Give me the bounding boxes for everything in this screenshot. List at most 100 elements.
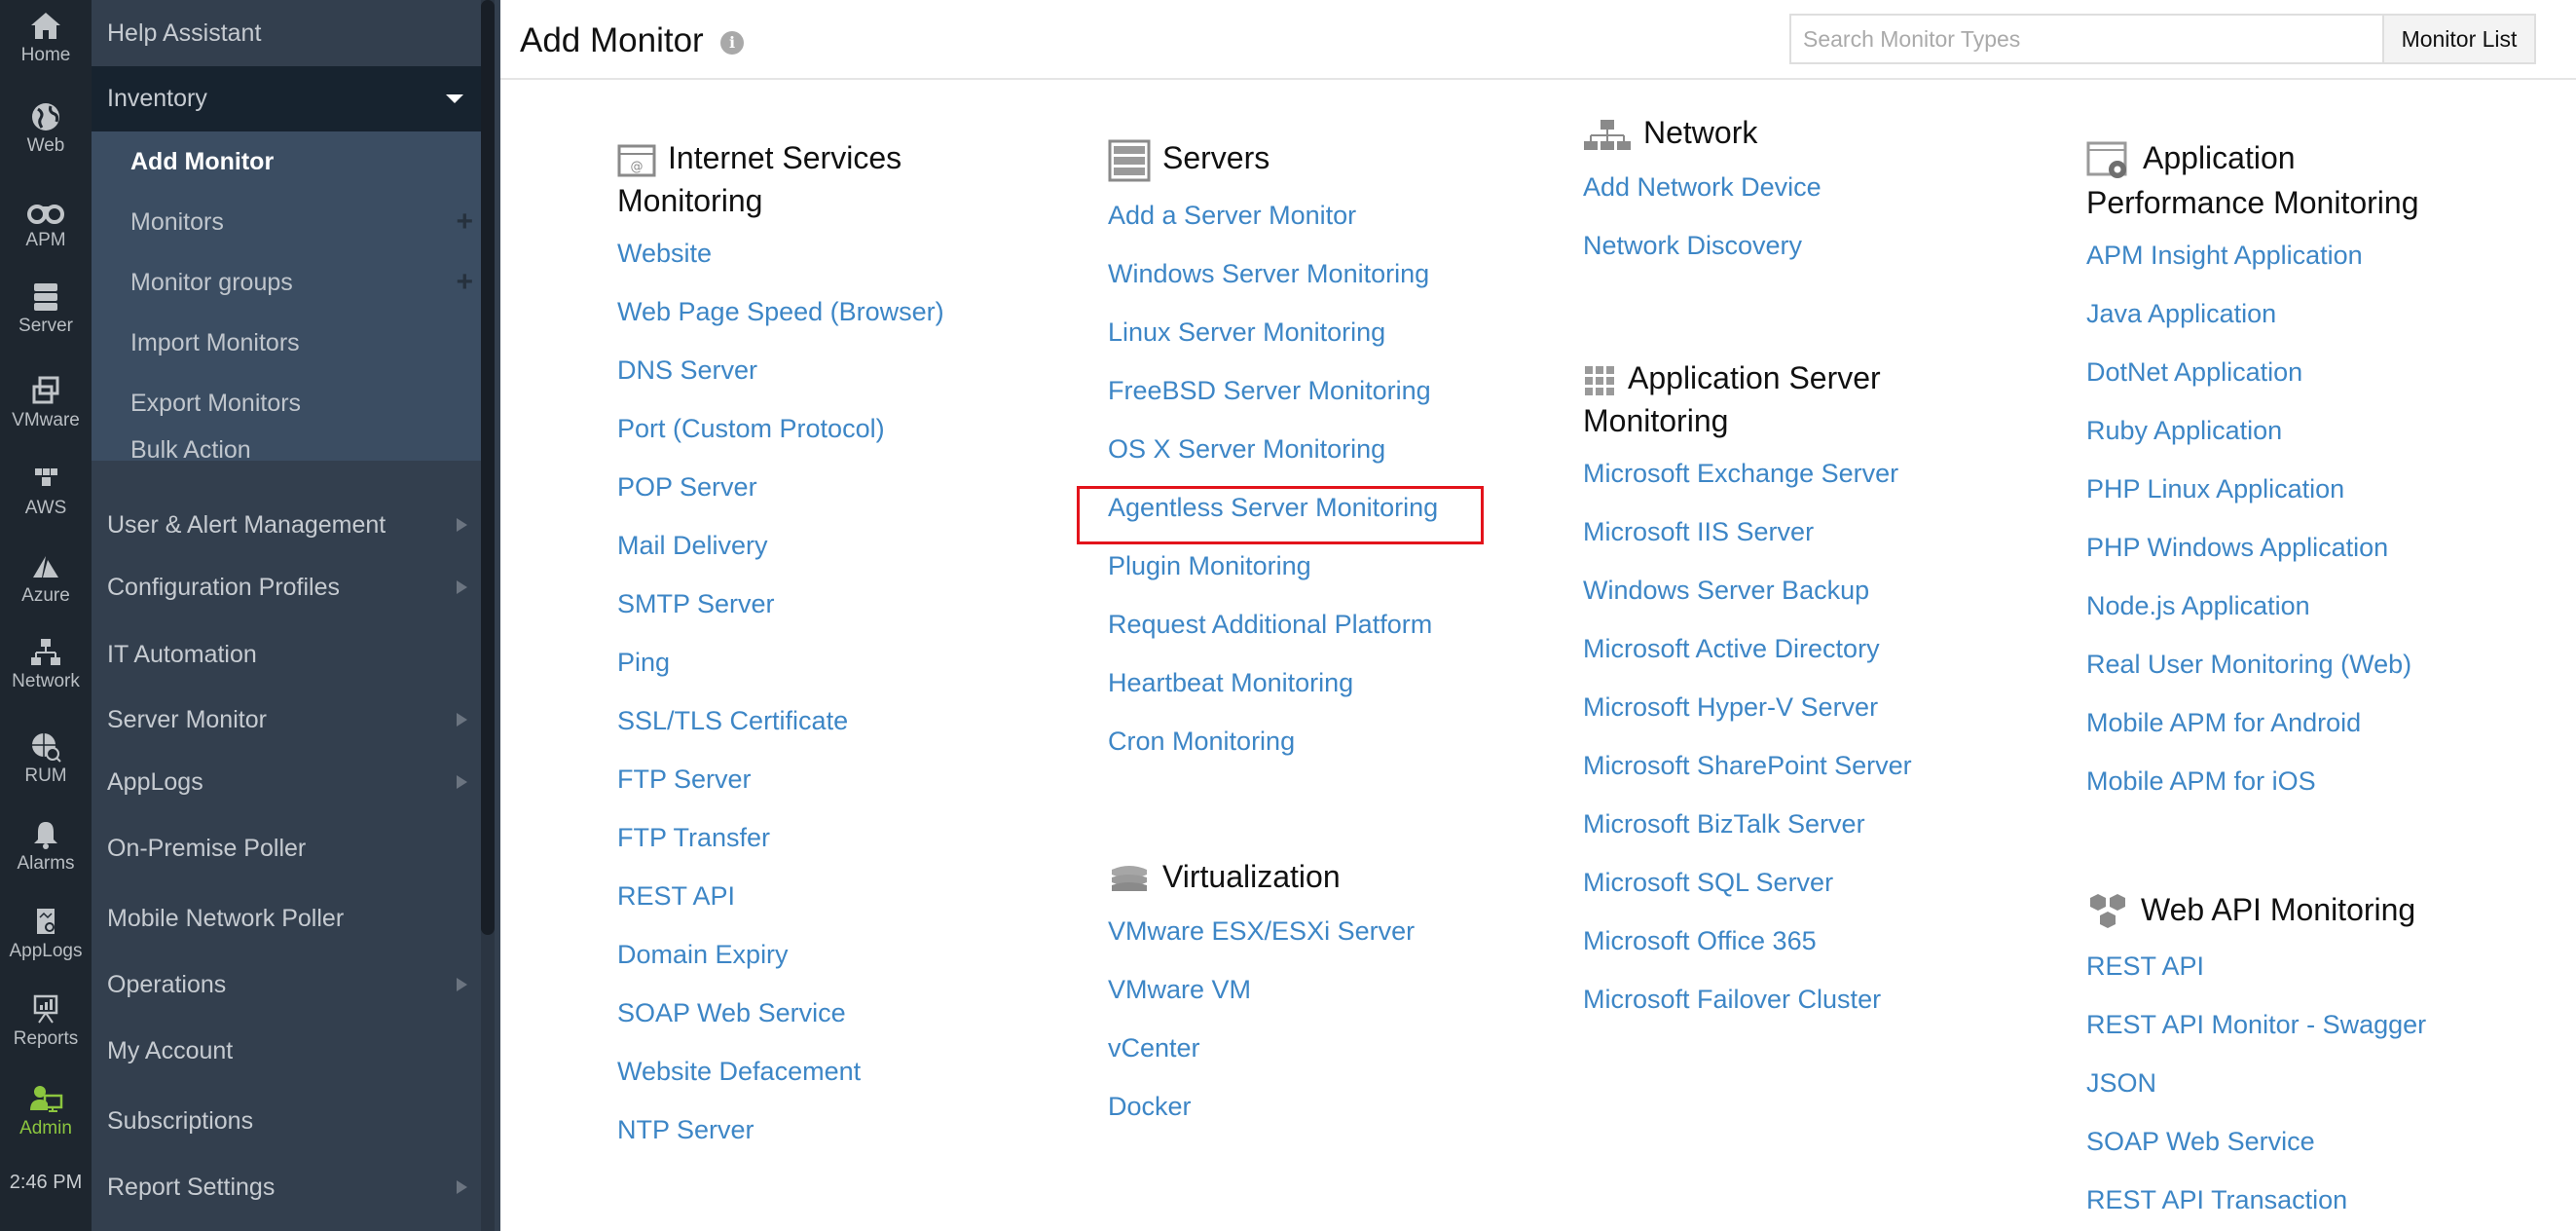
link-windows-server-backup[interactable]: Windows Server Backup xyxy=(1583,576,1869,605)
nav-sub-monitor-groups[interactable]: Monitor groups + xyxy=(92,252,481,313)
nav-item-operations[interactable]: Operations xyxy=(92,952,481,1017)
link-apm-insight[interactable]: APM Insight Application xyxy=(2086,241,2363,270)
rail-item-applogs[interactable]: AppLogs xyxy=(0,906,92,962)
link-add-network-device[interactable]: Add Network Device xyxy=(1583,172,1822,202)
link-pop-server[interactable]: POP Server xyxy=(617,472,757,502)
link-network-discovery[interactable]: Network Discovery xyxy=(1583,231,1802,260)
nav-item-subscriptions[interactable]: Subscriptions xyxy=(92,1089,481,1153)
nav-item-user-alert-management[interactable]: User & Alert Management xyxy=(92,494,481,556)
nav-item-inventory[interactable]: Inventory xyxy=(92,66,481,131)
link-ms-active-directory[interactable]: Microsoft Active Directory xyxy=(1583,634,1880,663)
link-mail-delivery[interactable]: Mail Delivery xyxy=(617,531,768,560)
link-freebsd-server[interactable]: FreeBSD Server Monitoring xyxy=(1108,376,1431,405)
nav-sub-add-monitor[interactable]: Add Monitor xyxy=(92,131,481,192)
nav-item-applogs[interactable]: AppLogs xyxy=(92,752,481,812)
section-title: Application Server xyxy=(1628,360,1881,395)
link-smtp-server[interactable]: SMTP Server xyxy=(617,589,775,618)
link-rest-api-transaction[interactable]: REST API Transaction xyxy=(2086,1185,2347,1214)
link-add-server-monitor[interactable]: Add a Server Monitor xyxy=(1108,201,1356,230)
link-dotnet-app[interactable]: DotNet Application xyxy=(2086,357,2302,387)
link-cron[interactable]: Cron Monitoring xyxy=(1108,727,1295,756)
link-windows-server[interactable]: Windows Server Monitoring xyxy=(1108,259,1429,288)
link-ms-sql[interactable]: Microsoft SQL Server xyxy=(1583,868,1833,897)
rail-item-rum[interactable]: RUM xyxy=(0,730,92,787)
rail-item-apm[interactable]: APM xyxy=(0,195,92,251)
nav-item-report-settings[interactable]: Report Settings xyxy=(92,1155,481,1219)
nav-item-server-monitor[interactable]: Server Monitor xyxy=(92,688,481,752)
link-plugin-monitoring[interactable]: Plugin Monitoring xyxy=(1108,551,1311,580)
rail-item-aws[interactable]: AWS xyxy=(0,463,92,519)
rail-item-vmware[interactable]: VMware xyxy=(0,375,92,431)
link-java-app[interactable]: Java Application xyxy=(2086,299,2276,328)
list-item: APM Insight Application xyxy=(2086,226,2534,284)
link-ms-biztalk[interactable]: Microsoft BizTalk Server xyxy=(1583,809,1865,839)
link-rest-api-swagger[interactable]: REST API Monitor - Swagger xyxy=(2086,1010,2426,1039)
link-request-platform[interactable]: Request Additional Platform xyxy=(1108,610,1432,639)
link-website-defacement[interactable]: Website Defacement xyxy=(617,1057,861,1086)
link-ms-hyper-v[interactable]: Microsoft Hyper-V Server xyxy=(1583,692,1878,722)
link-ftp-server[interactable]: FTP Server xyxy=(617,765,752,794)
link-vcenter[interactable]: vCenter xyxy=(1108,1033,1200,1063)
search-monitor-types-input[interactable] xyxy=(1789,14,2385,64)
list-item: vCenter xyxy=(1108,1019,1517,1077)
link-dns-server[interactable]: DNS Server xyxy=(617,355,757,385)
link-mobile-apm-android[interactable]: Mobile APM for Android xyxy=(2086,708,2361,737)
link-ms-sharepoint[interactable]: Microsoft SharePoint Server xyxy=(1583,751,1912,780)
link-heartbeat[interactable]: Heartbeat Monitoring xyxy=(1108,668,1353,697)
link-domain-expiry[interactable]: Domain Expiry xyxy=(617,940,789,969)
link-ms-office-365[interactable]: Microsoft Office 365 xyxy=(1583,926,1817,955)
plus-icon[interactable]: + xyxy=(456,266,473,299)
nav-item-my-account[interactable]: My Account xyxy=(92,1019,481,1083)
link-docker[interactable]: Docker xyxy=(1108,1092,1192,1121)
nav-item-mobile-network-poller[interactable]: Mobile Network Poller xyxy=(92,884,481,952)
link-vmware-esx[interactable]: VMware ESX/ESXi Server xyxy=(1108,916,1415,946)
link-ms-failover-cluster[interactable]: Microsoft Failover Cluster xyxy=(1583,985,1881,1014)
link-linux-server[interactable]: Linux Server Monitoring xyxy=(1108,317,1385,347)
nav-item-configuration-profiles[interactable]: Configuration Profiles xyxy=(92,556,481,618)
link-soap-web-service[interactable]: SOAP Web Service xyxy=(2086,1127,2315,1156)
link-soap-web-service[interactable]: SOAP Web Service xyxy=(617,998,846,1027)
link-web-page-speed[interactable]: Web Page Speed (Browser) xyxy=(617,297,944,326)
link-rest-api[interactable]: REST API xyxy=(617,881,735,911)
link-website[interactable]: Website xyxy=(617,239,712,268)
link-agentless-server[interactable]: Agentless Server Monitoring xyxy=(1108,493,1438,522)
link-ms-iis[interactable]: Microsoft IIS Server xyxy=(1583,517,1814,546)
monitor-list-button[interactable]: Monitor List xyxy=(2382,14,2536,64)
link-port[interactable]: Port (Custom Protocol) xyxy=(617,414,885,443)
rail-item-azure[interactable]: Azure xyxy=(0,550,92,607)
rail-item-alarms[interactable]: Alarms xyxy=(0,818,92,875)
nav-item-on-premise-poller[interactable]: On-Premise Poller xyxy=(92,814,481,882)
link-osx-server[interactable]: OS X Server Monitoring xyxy=(1108,434,1385,464)
link-json[interactable]: JSON xyxy=(2086,1068,2156,1098)
rail-item-network[interactable]: Network xyxy=(0,636,92,692)
link-ping[interactable]: Ping xyxy=(617,648,670,677)
link-rum-web[interactable]: Real User Monitoring (Web) xyxy=(2086,650,2411,679)
link-ssl-tls[interactable]: SSL/TLS Certificate xyxy=(617,706,848,735)
nav-item-help-assistant[interactable]: Help Assistant xyxy=(92,0,481,66)
sidebar-scrollbar-thumb[interactable] xyxy=(481,0,495,935)
link-php-linux[interactable]: PHP Linux Application xyxy=(2086,474,2344,504)
link-rest-api[interactable]: REST API xyxy=(2086,951,2204,981)
link-php-windows[interactable]: PHP Windows Application xyxy=(2086,533,2388,562)
info-icon[interactable]: i xyxy=(720,31,744,55)
rail-item-web[interactable]: Web xyxy=(0,100,92,157)
nav-sub-import-monitors[interactable]: Import Monitors xyxy=(92,313,481,373)
link-ms-exchange[interactable]: Microsoft Exchange Server xyxy=(1583,459,1898,488)
nav-item-it-automation[interactable]: IT Automation xyxy=(92,621,481,688)
rail-item-home[interactable]: Home xyxy=(0,10,92,66)
link-mobile-apm-ios[interactable]: Mobile APM for iOS xyxy=(2086,766,2316,796)
link-ruby-app[interactable]: Ruby Application xyxy=(2086,416,2282,445)
link-nodejs-app[interactable]: Node.js Application xyxy=(2086,591,2310,620)
rail-label: Azure xyxy=(21,585,70,606)
list-item: POP Server xyxy=(617,458,1026,516)
rail-item-server[interactable]: Server xyxy=(0,280,92,337)
rail-item-admin[interactable]: Admin xyxy=(0,1083,92,1139)
nav-sub-monitors[interactable]: Monitors + xyxy=(92,192,481,252)
rail-item-reports[interactable]: Reports xyxy=(0,993,92,1050)
nav-item-label: IT Automation xyxy=(107,640,257,668)
plus-icon[interactable]: + xyxy=(456,205,473,239)
link-vmware-vm[interactable]: VMware VM xyxy=(1108,975,1251,1004)
link-ntp-server[interactable]: NTP Server xyxy=(617,1115,754,1144)
nav-sub-bulk-action-label[interactable]: Bulk Action xyxy=(92,420,481,480)
link-ftp-transfer[interactable]: FTP Transfer xyxy=(617,823,770,852)
